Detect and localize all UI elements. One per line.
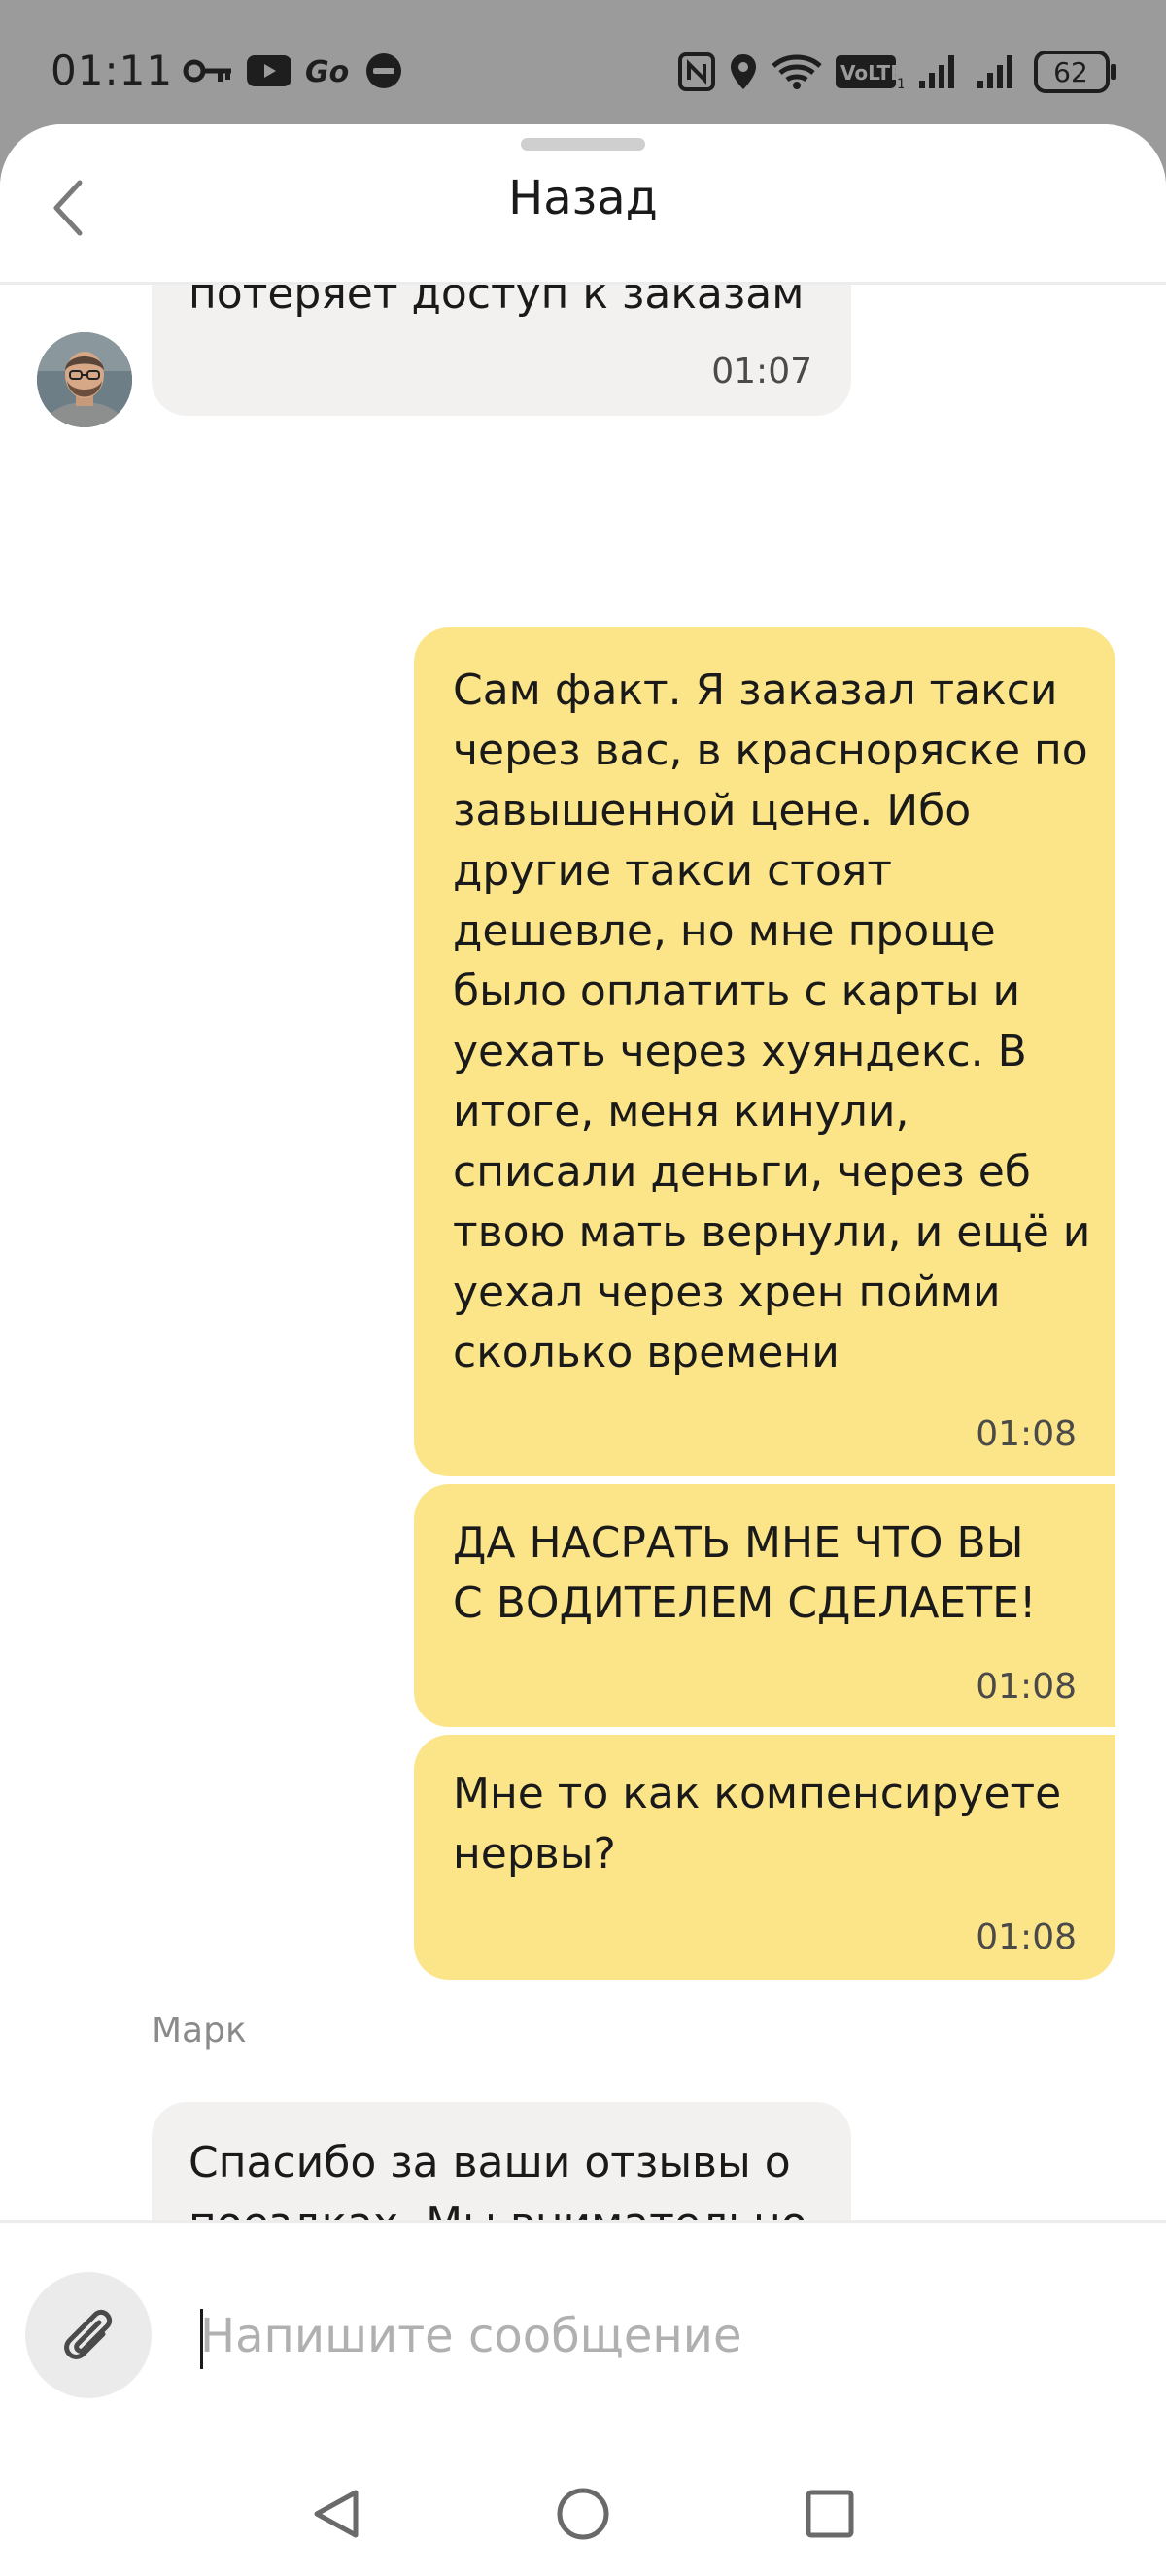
message-text: потеряет доступ к заказам <box>189 282 805 319</box>
message-text: Сам факт. Я заказал такси через вас, в к… <box>453 665 1091 1377</box>
header-title[interactable]: Назад <box>0 171 1166 225</box>
message-time: 01:07 <box>711 352 812 391</box>
nfc-icon <box>678 52 715 91</box>
nav-back-button[interactable] <box>297 2475 375 2553</box>
sender-name: Марк <box>152 2011 247 2051</box>
outgoing-message: Мне то как компенсируете нервы? 01:08 <box>414 1735 1115 1980</box>
avatar[interactable] <box>37 332 132 427</box>
key-icon <box>183 59 231 83</box>
system-nav-bar <box>0 2448 1166 2576</box>
message-input[interactable] <box>200 2284 1114 2389</box>
drag-handle[interactable] <box>521 138 645 151</box>
status-time: 01:11 <box>51 47 174 94</box>
battery-level: 62 <box>1053 55 1088 88</box>
battery-icon: 62 <box>1034 51 1119 93</box>
svg-text:VoLTE: VoLTE <box>840 61 904 85</box>
text-caret <box>200 2309 203 2369</box>
go-app-icon: Go <box>305 55 349 87</box>
message-text: ДА НАСРАТЬ МНЕ ЧТО ВЫ С ВОДИТЕЛЕМ СДЕЛАЕ… <box>453 1518 1037 1628</box>
message-time: 01:08 <box>976 1414 1077 1454</box>
message-time: 01:08 <box>976 1667 1077 1707</box>
square-recents-icon <box>806 2490 854 2538</box>
status-bar: 01:11 Go VoLTE 1 62 <box>0 0 1166 126</box>
nav-home-button[interactable] <box>544 2475 622 2553</box>
signal-sim1-icon <box>919 55 954 88</box>
svg-text:1: 1 <box>897 77 904 90</box>
status-right-icons: VoLTE 1 62 <box>678 51 1119 93</box>
message-text: Мне то как компенсируете нервы? <box>453 1769 1062 1879</box>
volte-icon: VoLTE 1 <box>836 55 904 90</box>
outgoing-message: ДА НАСРАТЬ МНЕ ЧТО ВЫ С ВОДИТЕЛЕМ СДЕЛАЕ… <box>414 1484 1115 1727</box>
message-time: 01:08 <box>976 1917 1077 1957</box>
attach-button[interactable] <box>25 2272 152 2398</box>
nav-recents-button[interactable] <box>791 2475 869 2553</box>
chat-sheet: Назад обратные отзывы, потеряет доступ к… <box>0 124 1166 2576</box>
avatar-image <box>37 332 132 427</box>
status-left-icons: Go <box>183 52 402 89</box>
wifi-icon <box>772 54 822 89</box>
circle-home-icon <box>557 2488 609 2540</box>
outgoing-message: Сам факт. Я заказал такси через вас, в к… <box>414 627 1115 1476</box>
mir-pay-icon <box>366 53 401 88</box>
incoming-message: обратные отзывы, потеряет доступ к заказ… <box>152 282 851 416</box>
svg-text:Go: Go <box>305 55 349 87</box>
youtube-icon <box>247 55 292 86</box>
paperclip-icon <box>64 2309 113 2359</box>
message-list[interactable]: обратные отзывы, потеряет доступ к заказ… <box>0 282 1166 2345</box>
signal-sim2-icon <box>977 55 1012 88</box>
location-icon <box>731 54 756 89</box>
triangle-back-icon <box>314 2490 359 2538</box>
chat-header: Назад <box>0 124 1166 285</box>
